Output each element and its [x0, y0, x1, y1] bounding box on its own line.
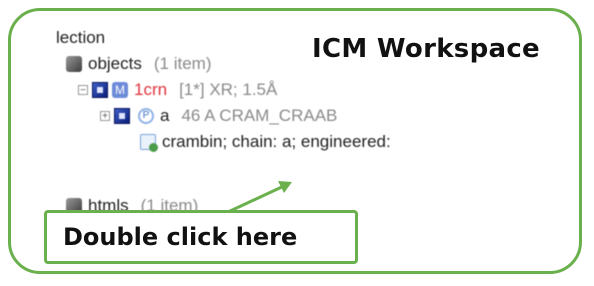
section-header: lection — [56, 26, 105, 50]
expand-toggle-icon[interactable]: + — [100, 111, 110, 122]
objects-label: objects — [88, 54, 142, 73]
callout-text: Double click here — [63, 223, 298, 251]
tree-item-objects[interactable]: objects (1 item) — [66, 52, 212, 76]
chain-info: 46 A CRAM_CRAAB — [181, 106, 338, 125]
tree-item-chain[interactable]: + P a 46 A CRAM_CRAAB — [100, 104, 337, 128]
expand-toggle-icon[interactable]: − — [78, 85, 88, 96]
molecule-type-icon: M — [112, 82, 128, 98]
objects-count: (1 item) — [153, 54, 212, 73]
html-document-icon — [140, 134, 158, 152]
protein-icon: P — [138, 108, 154, 124]
section-label: lection — [56, 28, 106, 47]
description-text: crambin; chain: a; engineered: — [162, 132, 391, 151]
workspace-title: ICM Workspace — [312, 34, 540, 64]
molecule-name: 1crn — [134, 80, 168, 99]
objects-icon — [66, 56, 82, 72]
chain-name: a — [160, 106, 170, 125]
tree-item-description[interactable]: crambin; chain: a; engineered: — [140, 130, 391, 154]
callout-box: Double click here — [44, 210, 358, 264]
tree-item-molecule[interactable]: − M 1crn [1*] XR; 1.5Å — [78, 78, 277, 102]
chain-cube-icon — [114, 108, 130, 124]
molecule-info: [1*] XR; 1.5Å — [179, 80, 278, 99]
molecule-cube-icon — [92, 82, 108, 98]
